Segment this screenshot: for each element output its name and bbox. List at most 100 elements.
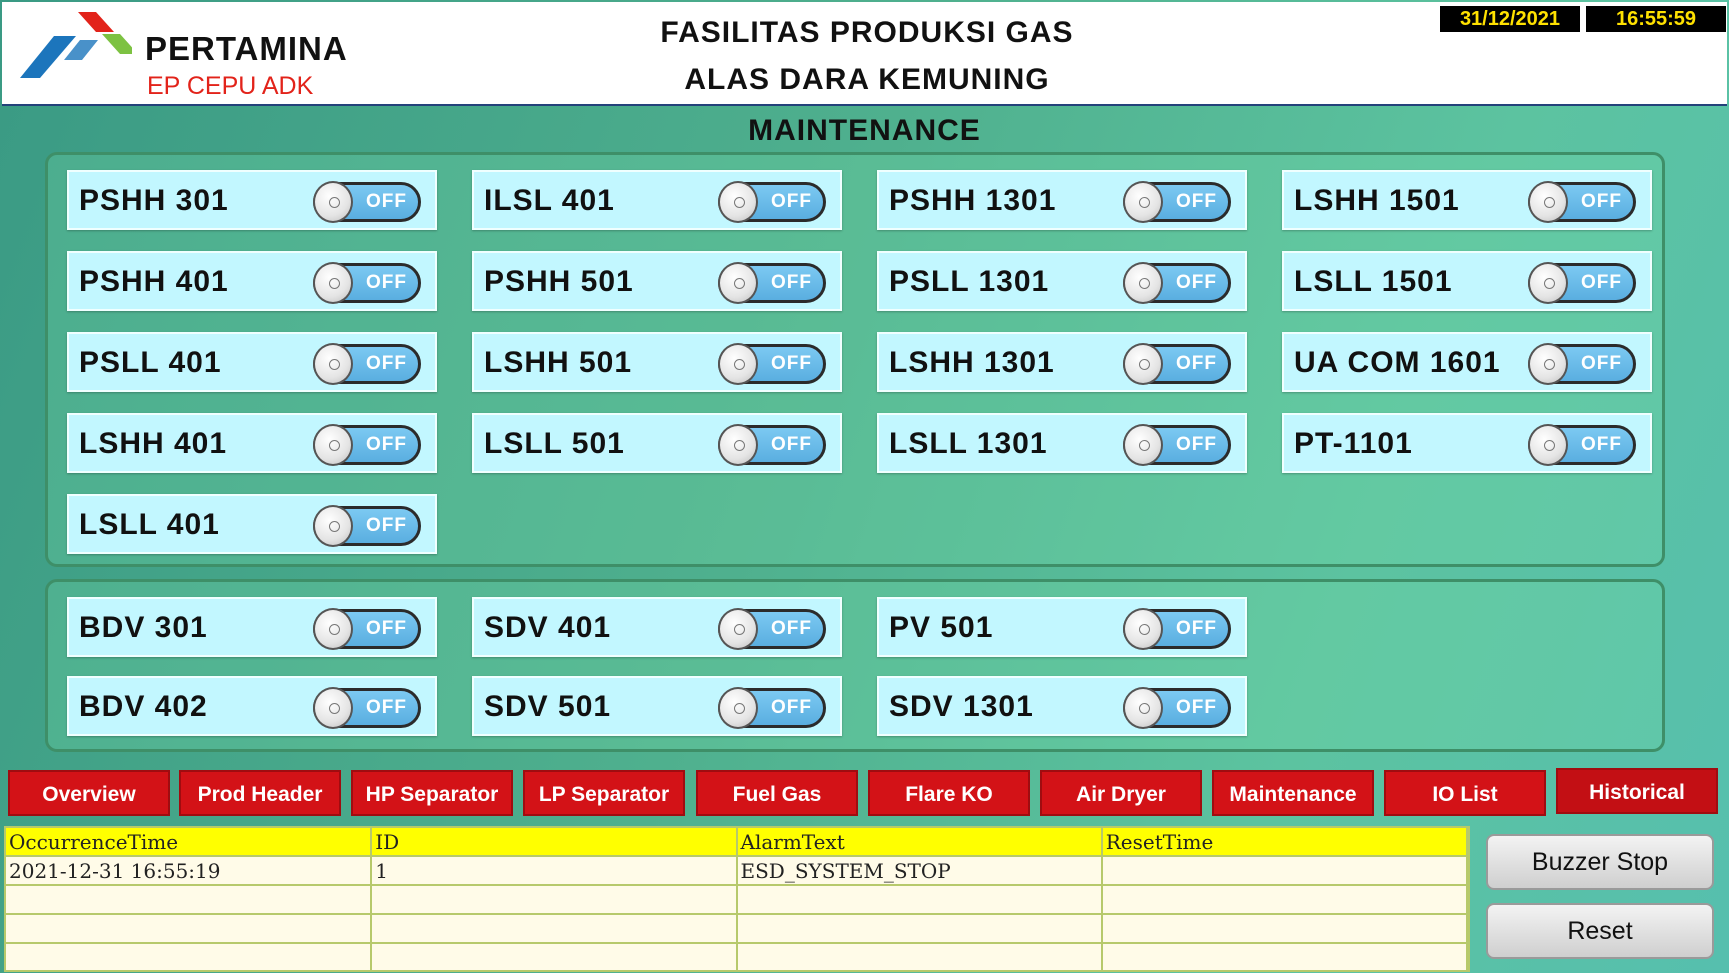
table-row[interactable]: 2021-12-31 16:55:19 1 ESD_SYSTEM_STOP xyxy=(6,856,1468,886)
maintenance-toggle-lshh-1501[interactable]: OFF xyxy=(1528,181,1636,223)
toggle-knob-icon xyxy=(1528,424,1568,466)
nav-lp-separator-button[interactable]: LP Separator xyxy=(523,770,685,816)
maintenance-toggle-lsll-401[interactable]: OFF xyxy=(313,505,421,547)
page-title-line2: ALAS DARA KEMUNING xyxy=(684,63,1050,96)
toggle-state: OFF xyxy=(1176,618,1217,639)
toggle-state: OFF xyxy=(771,697,812,718)
table-row[interactable] xyxy=(6,914,1468,944)
toggle-state: OFF xyxy=(366,618,407,639)
alarm-cell xyxy=(1101,885,1468,915)
maintenance-toggle-pshh-1301[interactable]: OFF xyxy=(1123,181,1231,223)
toggle-knob-icon xyxy=(1123,181,1163,223)
toggle-knob-icon xyxy=(313,424,353,466)
tile-label: PSHH 1301 xyxy=(889,184,1057,217)
toggle-state: OFF xyxy=(771,618,812,639)
tile-label: LSHH 1501 xyxy=(1294,184,1460,217)
maintenance-toggle-bdv-402[interactable]: OFF xyxy=(313,687,421,729)
table-row[interactable] xyxy=(6,885,1468,915)
nav-prod-header-button[interactable]: Prod Header xyxy=(179,770,341,816)
toggle-state: OFF xyxy=(771,434,812,455)
alarm-column-alarmtext[interactable]: AlarmText xyxy=(736,828,1103,857)
reset-button[interactable]: Reset xyxy=(1486,903,1714,959)
toggle-knob-icon xyxy=(313,181,353,223)
maintenance-toggle-pshh-501[interactable]: OFF xyxy=(718,262,826,304)
alarm-cell xyxy=(371,943,738,970)
nav-air-dryer-button[interactable]: Air Dryer xyxy=(1040,770,1202,816)
buzzer-stop-button[interactable]: Buzzer Stop xyxy=(1486,834,1714,890)
toggle-state: OFF xyxy=(366,191,407,212)
tile-label: BDV 301 xyxy=(79,611,208,644)
toggle-knob-icon xyxy=(313,608,353,650)
maintenance-toggle-lsll-1301[interactable]: OFF xyxy=(1123,424,1231,466)
toggle-state: OFF xyxy=(1176,434,1217,455)
toggle-knob-icon xyxy=(313,687,353,729)
alarm-column-id[interactable]: ID xyxy=(371,828,738,857)
maintenance-toggle-lshh-501[interactable]: OFF xyxy=(718,343,826,385)
maintenance-toggle-bdv-301[interactable]: OFF xyxy=(313,608,421,650)
toggle-knob-icon xyxy=(1528,262,1568,304)
alarm-cell xyxy=(6,914,373,944)
tile-label: SDV 1301 xyxy=(889,690,1034,723)
tile-label: LSHH 501 xyxy=(484,346,633,379)
toggle-knob-icon xyxy=(1123,608,1163,650)
date-display: 31/12/2021 xyxy=(1440,6,1580,32)
maintenance-toggle-lshh-401[interactable]: OFF xyxy=(313,424,421,466)
toggle-knob-icon xyxy=(718,181,758,223)
alarm-column-occurrencetime[interactable]: OccurrenceTime xyxy=(6,828,373,857)
nav-overview-button[interactable]: Overview xyxy=(8,770,170,816)
tile-label: PSHH 501 xyxy=(484,265,634,298)
alarm-cell: ESD_SYSTEM_STOP xyxy=(736,856,1103,886)
alarm-table[interactable]: OccurrenceTime ID AlarmText ResetTime 2021-… xyxy=(6,828,1468,970)
maintenance-toggle-lshh-1301[interactable]: OFF xyxy=(1123,343,1231,385)
maintenance-tile-lsll-501: LSLL 501 OFF xyxy=(472,413,842,473)
maintenance-tile-sdv-1301: SDV 1301 OFF xyxy=(877,676,1247,736)
alarm-cell xyxy=(736,943,1103,970)
header-bar: PERTAMINA EP CEPU ADK FASILITAS PRODUKSI… xyxy=(2,2,1727,106)
toggle-knob-icon xyxy=(1528,181,1568,223)
nav-fuel-gas-button[interactable]: Fuel Gas xyxy=(696,770,858,816)
maintenance-group-valves: BDV 301 OFF SDV 401 OFF PV 501 OFF BDV 402 OFF S… xyxy=(45,579,1665,752)
tile-label: LSLL 501 xyxy=(484,427,625,460)
toggle-knob-icon xyxy=(313,262,353,304)
toggle-state: OFF xyxy=(366,697,407,718)
tile-label: PT-1101 xyxy=(1294,427,1413,460)
maintenance-toggle-psll-401[interactable]: OFF xyxy=(313,343,421,385)
tile-label: BDV 402 xyxy=(79,690,208,723)
maintenance-toggle-sdv-501[interactable]: OFF xyxy=(718,687,826,729)
toggle-state: OFF xyxy=(1176,697,1217,718)
maintenance-toggle-lsll-501[interactable]: OFF xyxy=(718,424,826,466)
toggle-knob-icon xyxy=(313,505,353,547)
toggle-state: OFF xyxy=(1581,272,1622,293)
maintenance-tile-pshh-1301: PSHH 1301 OFF xyxy=(877,170,1247,230)
maintenance-toggle-ua-com-1601[interactable]: OFF xyxy=(1528,343,1636,385)
maintenance-toggle-psll-1301[interactable]: OFF xyxy=(1123,262,1231,304)
maintenance-toggle-pshh-401[interactable]: OFF xyxy=(313,262,421,304)
nav-maintenance-button[interactable]: Maintenance xyxy=(1212,770,1374,816)
alarm-column-resettime[interactable]: ResetTime xyxy=(1101,828,1468,857)
nav-io-list-button[interactable]: IO List xyxy=(1384,770,1546,816)
maintenance-toggle-pv-501[interactable]: OFF xyxy=(1123,608,1231,650)
maintenance-toggle-ilsl-401[interactable]: OFF xyxy=(718,181,826,223)
maintenance-toggle-lsll-1501[interactable]: OFF xyxy=(1528,262,1636,304)
maintenance-group-sensors: PSHH 301 OFF ILSL 401 OFF PSHH 1301 OFF LSHH 1… xyxy=(45,152,1665,567)
tile-label: ILSL 401 xyxy=(484,184,615,217)
toggle-knob-icon xyxy=(313,343,353,385)
maintenance-tile-lshh-501: LSHH 501 OFF xyxy=(472,332,842,392)
table-row[interactable] xyxy=(6,943,1468,970)
nav-historical-button[interactable]: Historical xyxy=(1556,768,1718,814)
maintenance-toggle-pshh-301[interactable]: OFF xyxy=(313,181,421,223)
nav-hp-separator-button[interactable]: HP Separator xyxy=(351,770,513,816)
maintenance-toggle-sdv-1301[interactable]: OFF xyxy=(1123,687,1231,729)
maintenance-tile-lshh-1501: LSHH 1501 OFF xyxy=(1282,170,1652,230)
section-title: MAINTENANCE xyxy=(748,114,981,147)
pertamina-logo-icon xyxy=(20,12,132,78)
maintenance-tile-lsll-1301: LSLL 1301 OFF xyxy=(877,413,1247,473)
alarm-cell xyxy=(371,914,738,944)
toggle-state: OFF xyxy=(771,353,812,374)
maintenance-toggle-pt-1101[interactable]: OFF xyxy=(1528,424,1636,466)
maintenance-toggle-sdv-401[interactable]: OFF xyxy=(718,608,826,650)
tile-label: PV 501 xyxy=(889,611,994,644)
nav-flare-ko-button[interactable]: Flare KO xyxy=(868,770,1030,816)
maintenance-tile-bdv-402: BDV 402 OFF xyxy=(67,676,437,736)
alarm-cell xyxy=(736,885,1103,915)
